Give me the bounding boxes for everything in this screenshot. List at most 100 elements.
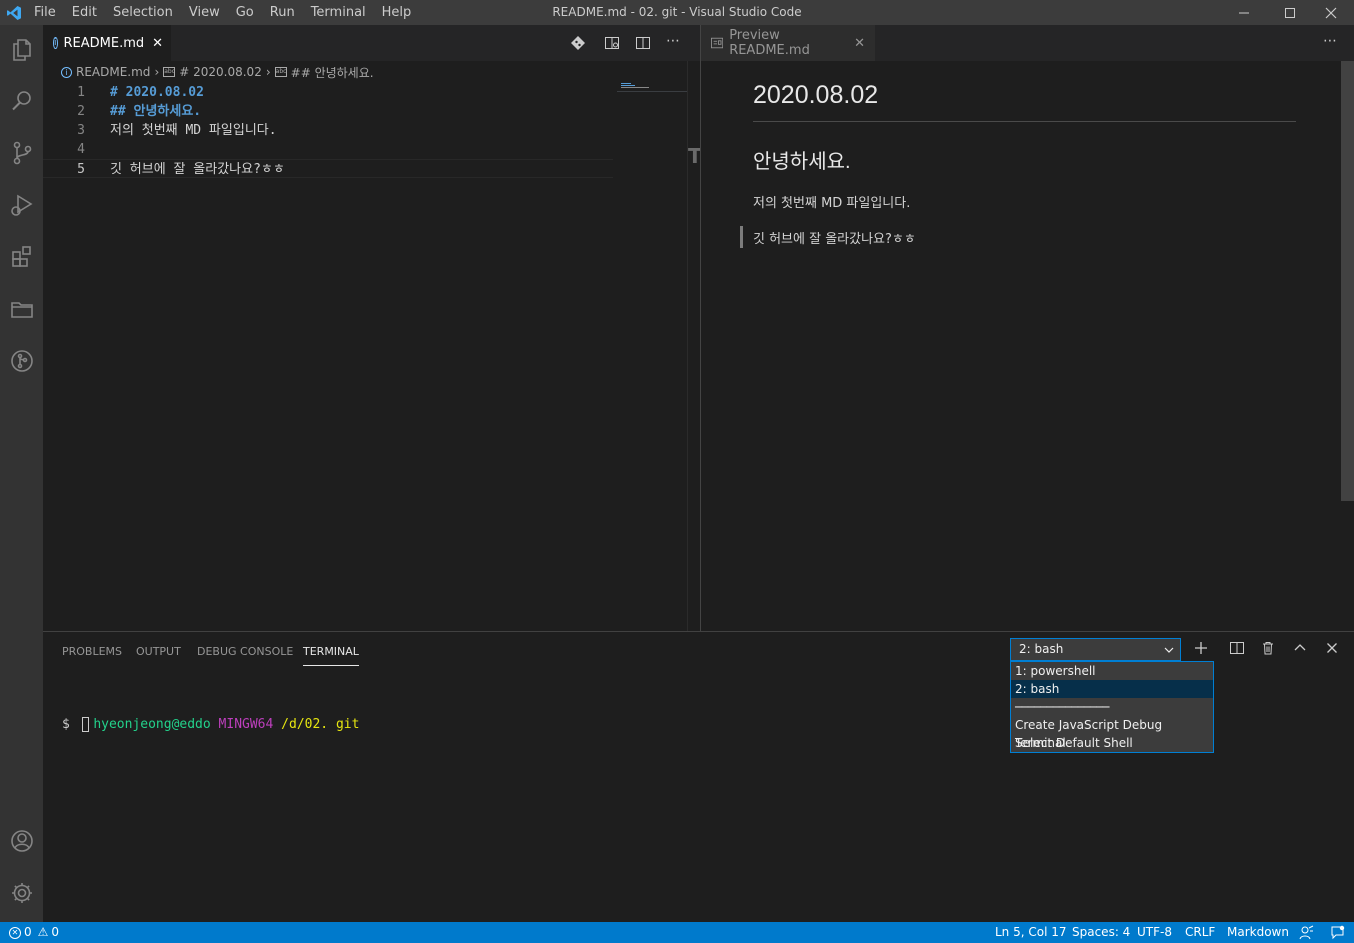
trash-icon: [1263, 642, 1273, 655]
chevron-down-icon: [1164, 647, 1174, 653]
minimize-button[interactable]: [1221, 0, 1267, 25]
menu-run[interactable]: Run: [262, 0, 303, 25]
minimize-icon: [1239, 12, 1249, 13]
warning-icon: ⚠: [37, 925, 49, 939]
tab-terminal[interactable]: TERMINAL: [303, 644, 359, 666]
files-icon: [12, 39, 31, 61]
shell-option-powershell[interactable]: 1: powershell: [1011, 662, 1213, 680]
chevron-up-icon: [1294, 644, 1306, 651]
extensions-button[interactable]: [0, 233, 43, 281]
breadcrumb-heading-2[interactable]: ## 안녕하세요.: [291, 64, 374, 81]
shell-option-bash[interactable]: 2: bash: [1011, 680, 1213, 698]
menu-file[interactable]: File: [26, 0, 64, 25]
terminal-shell-select[interactable]: 2: bash: [1010, 638, 1181, 661]
plus-icon: [1195, 642, 1207, 654]
line-text: 저의 첫번째 MD 파일입니다.: [110, 123, 277, 138]
info-icon: i: [53, 37, 58, 49]
preview-scrollbar[interactable]: [1341, 61, 1354, 501]
more-actions-button[interactable]: ⋯: [1323, 33, 1337, 49]
menu-selection[interactable]: Selection: [105, 0, 181, 25]
shell-option-default-shell[interactable]: Select Default Shell: [1011, 734, 1213, 752]
notifications-button[interactable]: [1330, 925, 1345, 943]
split-terminal-button[interactable]: [1229, 640, 1245, 660]
close-tab-icon[interactable]: ✕: [854, 36, 865, 51]
tab-preview-label: Preview README.md: [729, 28, 810, 58]
menu-edit[interactable]: Edit: [64, 0, 105, 25]
source-control-icon: [13, 141, 31, 165]
close-window-button[interactable]: [1308, 0, 1354, 25]
shell-dropdown-list: 1: powershell 2: bash ─────────────── Cr…: [1010, 661, 1214, 753]
account-icon: [10, 830, 33, 852]
terminal-system: MINGW64: [218, 717, 274, 732]
code-line: 2 ## 안녕하세요.: [43, 102, 613, 121]
search-button[interactable]: [0, 77, 43, 125]
menu-view[interactable]: View: [181, 0, 228, 25]
kill-terminal-button[interactable]: [1260, 640, 1276, 660]
preview-tab-bar: Preview README.md ✕ ⋯: [701, 25, 1354, 61]
preview-icon: [711, 37, 724, 49]
git-graph-icon: [10, 350, 33, 372]
chevron-right-icon: ›: [154, 65, 160, 79]
preview-h1: 2020.08.02: [753, 81, 1296, 122]
run-debug-button[interactable]: [0, 181, 43, 229]
tab-debug-console[interactable]: DEBUG CONSOLE: [197, 644, 293, 660]
preview-blockquote: 깃 허브에 잘 올라갔나요?ㅎㅎ: [753, 232, 916, 247]
close-tab-icon[interactable]: ✕: [152, 36, 163, 51]
indentation[interactable]: Spaces: 4: [1072, 922, 1130, 943]
preview-paragraph: 저의 첫번째 MD 파일입니다.: [753, 196, 911, 211]
line-number: 4: [77, 142, 85, 157]
status-bar: ✕ 0 ⚠ 0 Ln 5, Col 17 Spaces: 4 UTF-8 CRL…: [0, 922, 1354, 943]
breadcrumb-file[interactable]: README.md: [76, 65, 150, 79]
menu-terminal[interactable]: Terminal: [303, 0, 374, 25]
git-diamond-icon: [571, 36, 585, 50]
manage-button[interactable]: [0, 869, 43, 917]
open-preview-button[interactable]: [604, 35, 620, 55]
maximize-icon: [1285, 7, 1295, 18]
maximize-panel-button[interactable]: [1292, 640, 1308, 660]
close-panel-button[interactable]: [1324, 640, 1340, 660]
new-terminal-button[interactable]: [1193, 640, 1209, 660]
problems-status[interactable]: ✕ 0 ⚠ 0: [9, 922, 59, 943]
more-actions-button[interactable]: ⋯: [666, 33, 680, 49]
accounts-button[interactable]: [0, 817, 43, 865]
terminal-output[interactable]: hyeonjeong@eddo MINGW64 /d/02. git: [62, 698, 359, 752]
encoding[interactable]: UTF-8: [1137, 922, 1172, 943]
folders-button[interactable]: [0, 285, 43, 333]
explorer-button[interactable]: [0, 25, 43, 73]
bell-icon: [1331, 925, 1345, 940]
language-mode[interactable]: Markdown: [1227, 922, 1289, 943]
terminal-user: hyeonjeong@eddo: [93, 717, 211, 732]
git-graph-button[interactable]: [0, 337, 43, 385]
error-icon: ✕: [9, 926, 21, 939]
terminal-prompt-line[interactable]: $: [62, 716, 89, 734]
split-icon: [1230, 642, 1244, 654]
tab-preview-readme[interactable]: Preview README.md ✕: [701, 25, 875, 61]
maximize-button[interactable]: [1267, 0, 1313, 25]
vscode-logo-icon: [2, 0, 26, 25]
string-symbol-icon: abc: [274, 67, 287, 77]
line-text: ## 안녕하세요.: [110, 104, 202, 119]
menu-go[interactable]: Go: [228, 0, 262, 25]
split-editor-icon: [636, 37, 650, 49]
split-editor-button[interactable]: [635, 35, 651, 55]
source-control-button[interactable]: [0, 129, 43, 177]
terminal-prompt: $: [62, 717, 70, 732]
feedback-button[interactable]: [1299, 925, 1314, 943]
tab-problems[interactable]: PROBLEMS: [62, 644, 122, 660]
breadcrumb-heading-1[interactable]: # 2020.08.02: [179, 65, 262, 79]
git-compare-button[interactable]: [570, 35, 586, 55]
folder-icon: [10, 302, 33, 318]
tab-readme[interactable]: i README.md ✕: [43, 25, 171, 61]
end-of-line[interactable]: CRLF: [1185, 922, 1215, 943]
minimap[interactable]: [617, 83, 687, 93]
preview-h2: 안녕하세요.: [753, 151, 851, 173]
tab-output[interactable]: OUTPUT: [136, 644, 181, 660]
blockquote-bar: [740, 226, 743, 248]
cursor-position[interactable]: Ln 5, Col 17: [995, 922, 1067, 943]
menu-help[interactable]: Help: [374, 0, 420, 25]
code-line: 4: [43, 140, 613, 159]
preview-side-icon: [605, 37, 619, 49]
shell-option-js-debug[interactable]: Create JavaScript Debug Terminal: [1011, 716, 1213, 750]
shell-option-separator: ───────────────: [1015, 700, 1109, 714]
markdown-preview: 2020.08.02 안녕하세요. 저의 첫번째 MD 파일입니다. 깃 허브에…: [701, 61, 1354, 631]
